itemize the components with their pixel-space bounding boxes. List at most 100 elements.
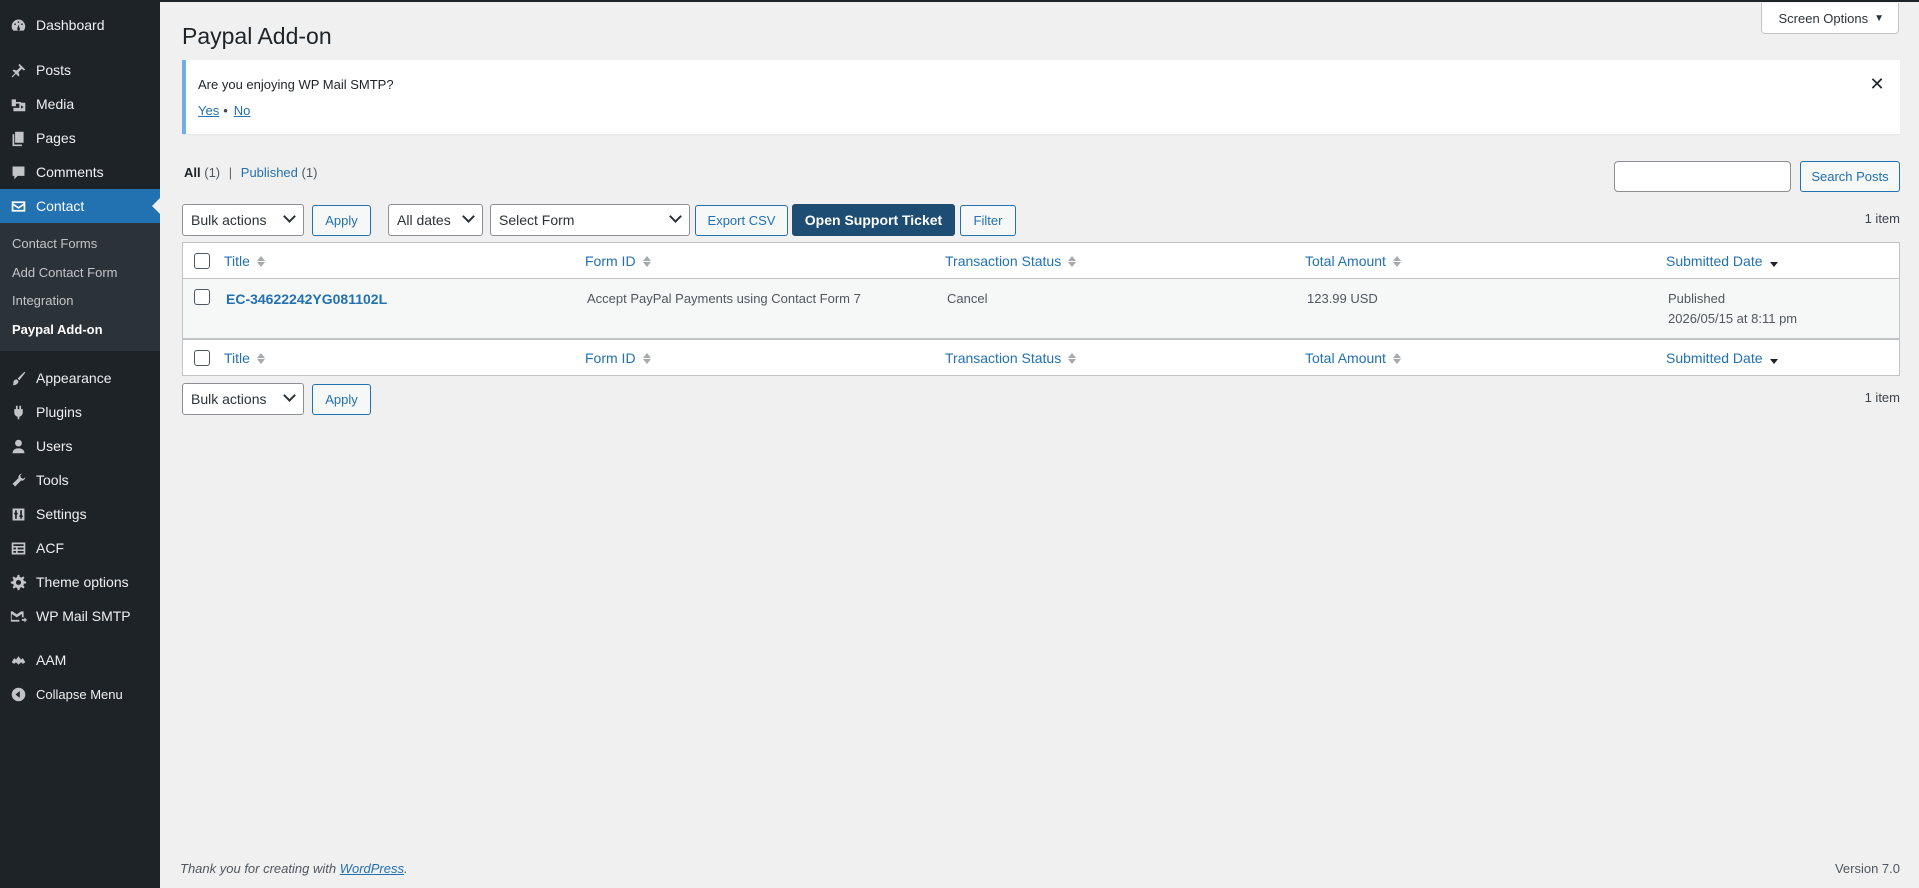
chevron-down-icon — [462, 210, 475, 223]
menu-item-appearance[interactable]: Appearance — [0, 361, 160, 395]
notice-yes-link[interactable]: Yes — [198, 103, 219, 118]
collapse-arrow-icon — [0, 686, 36, 703]
apply-button-top[interactable]: Apply — [312, 205, 371, 236]
close-icon[interactable]: ✕ — [1866, 73, 1888, 95]
footer-thankyou: Thank you for creating with WordPress. — [180, 861, 408, 876]
menu-label-media: Media — [36, 96, 75, 112]
all-dates-label: All dates — [397, 212, 451, 228]
filter-button[interactable]: Filter — [960, 205, 1016, 236]
date-filter-select[interactable]: All dates — [388, 204, 483, 236]
table-row: EC-34622242YG081102L Accept PayPal Payme… — [183, 279, 1899, 339]
menu-item-settings[interactable]: Settings — [0, 497, 160, 531]
column-amount-label: Total Amount — [1305, 350, 1386, 366]
column-date-label: Submitted Date — [1666, 350, 1763, 366]
collapse-menu-button[interactable]: Collapse Menu — [0, 677, 160, 711]
menu-item-plugins[interactable]: Plugins — [0, 395, 160, 429]
column-header-submitted-date[interactable]: Submitted Date — [1666, 253, 1778, 269]
notice-no-link[interactable]: No — [234, 103, 251, 118]
bulk-actions-select-top[interactable]: Bulk actions — [182, 204, 304, 236]
bulk-actions-select-bottom[interactable]: Bulk actions — [182, 383, 304, 415]
column-header-transaction-status[interactable]: Transaction Status — [945, 253, 1077, 269]
column-footer-total-amount[interactable]: Total Amount — [1305, 350, 1401, 366]
menu-item-wp-mail-smtp[interactable]: WP Mail SMTP — [0, 599, 160, 633]
triangle-down-icon: ▼ — [1874, 12, 1884, 24]
column-header-title[interactable]: Title — [224, 253, 265, 269]
menu-item-posts[interactable]: Posts — [0, 53, 160, 87]
table-footer-row: Title Form ID Transaction Status Total A… — [183, 339, 1899, 375]
column-header-total-amount[interactable]: Total Amount — [1305, 253, 1401, 269]
filter-separator: | — [228, 165, 233, 180]
menu-item-tools[interactable]: Tools — [0, 463, 160, 497]
menu-item-contact[interactable]: Contact — [0, 189, 160, 223]
pushpin-icon — [0, 62, 36, 79]
admin-sidebar: Dashboard Posts Media Pages Comments Con… — [0, 0, 160, 888]
menu-item-theme-options[interactable]: Theme options — [0, 565, 160, 599]
row-form-id: Accept PayPal Payments using Contact For… — [587, 291, 861, 306]
menu-label-theme-options: Theme options — [36, 574, 129, 590]
menu-label-dashboard: Dashboard — [36, 17, 105, 33]
select-all-checkbox[interactable] — [194, 253, 210, 269]
open-support-ticket-button[interactable]: Open Support Ticket — [792, 204, 955, 236]
wordpress-link[interactable]: WordPress — [340, 861, 404, 876]
menu-label-aam: AAM — [36, 652, 67, 668]
menu-item-dashboard[interactable]: Dashboard — [0, 8, 160, 42]
filter-published-link[interactable]: Published — [241, 165, 298, 180]
column-footer-form-id[interactable]: Form ID — [585, 350, 651, 366]
submenu-paypal-addon[interactable]: Paypal Add-on — [0, 316, 160, 345]
search-posts-button[interactable]: Search Posts — [1800, 161, 1900, 192]
sort-icon — [1068, 352, 1077, 364]
post-status-filters: All (1) | Published (1) — [184, 165, 317, 180]
column-date-label: Submitted Date — [1666, 253, 1763, 269]
menu-item-users[interactable]: Users — [0, 429, 160, 463]
row-checkbox[interactable] — [194, 289, 210, 305]
select-form-label: Select Form — [499, 212, 575, 228]
sort-icon — [256, 352, 265, 364]
sort-icon — [642, 352, 651, 364]
notice-text: Are you enjoying WP Mail SMTP? — [198, 77, 394, 92]
screen-options-button[interactable]: Screen Options ▼ — [1761, 3, 1899, 34]
item-count-top: 1 item — [1864, 211, 1900, 226]
settings-sliders-icon — [0, 506, 36, 523]
smtp-review-notice: Are you enjoying WP Mail SMTP? Yes • No ✕ — [182, 60, 1900, 134]
item-count-bottom: 1 item — [1864, 390, 1900, 405]
dashboard-icon — [0, 17, 36, 34]
footer-text: Thank you for creating with — [180, 861, 340, 876]
apply-button-bottom[interactable]: Apply — [312, 384, 371, 415]
filter-all-link[interactable]: All — [184, 165, 201, 180]
paintbrush-icon — [0, 370, 36, 387]
menu-label-settings: Settings — [36, 506, 87, 522]
submenu-integration[interactable]: Integration — [0, 287, 160, 316]
submenu-add-contact-form[interactable]: Add Contact Form — [0, 259, 160, 288]
mail-send-icon — [0, 608, 36, 625]
chevron-down-icon — [283, 389, 296, 402]
aam-icon — [0, 652, 36, 669]
form-filter-select[interactable]: Select Form — [490, 204, 690, 236]
column-header-form-id[interactable]: Form ID — [585, 253, 651, 269]
export-csv-button[interactable]: Export CSV — [695, 205, 788, 236]
menu-item-pages[interactable]: Pages — [0, 121, 160, 155]
menu-item-acf[interactable]: ACF — [0, 531, 160, 565]
column-footer-submitted-date[interactable]: Submitted Date — [1666, 350, 1778, 366]
page-title: Paypal Add-on — [182, 23, 332, 49]
filter-all-count: (1) — [204, 165, 221, 180]
filter-published-count: (1) — [301, 165, 318, 180]
menu-label-wp-mail-smtp: WP Mail SMTP — [36, 608, 131, 624]
search-input[interactable] — [1614, 161, 1791, 192]
chevron-down-icon — [669, 210, 682, 223]
menu-item-aam[interactable]: AAM — [0, 643, 160, 677]
column-title-label: Title — [224, 253, 250, 269]
row-title-link[interactable]: EC-34622242YG081102L — [226, 289, 387, 309]
user-icon — [0, 438, 36, 455]
row-total-amount: 123.99 USD — [1307, 291, 1378, 306]
select-all-checkbox-footer[interactable] — [194, 350, 210, 366]
bulk-actions-label: Bulk actions — [191, 212, 267, 228]
column-form-id-label: Form ID — [585, 350, 636, 366]
submenu-contact-forms[interactable]: Contact Forms — [0, 230, 160, 259]
column-form-id-label: Form ID — [585, 253, 636, 269]
column-footer-title[interactable]: Title — [224, 350, 265, 366]
column-footer-transaction-status[interactable]: Transaction Status — [945, 350, 1077, 366]
gear-icon — [0, 574, 36, 591]
menu-item-media[interactable]: Media — [0, 87, 160, 121]
menu-item-comments[interactable]: Comments — [0, 155, 160, 189]
menu-label-appearance: Appearance — [36, 370, 112, 386]
